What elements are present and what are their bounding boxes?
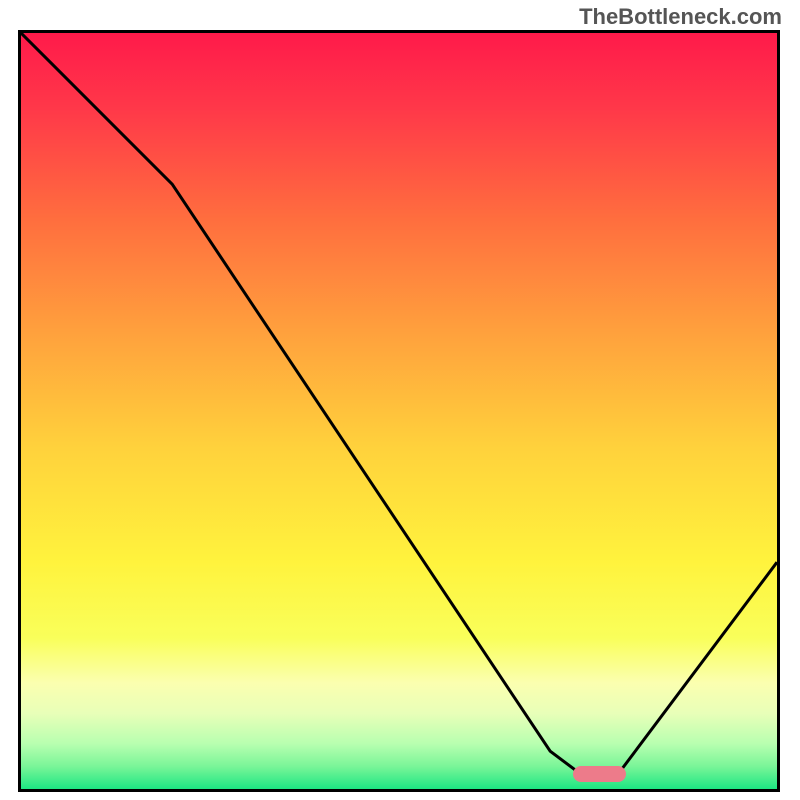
- chart-frame: [18, 30, 780, 792]
- curve-line: [21, 33, 777, 789]
- highlight-marker: [573, 766, 626, 782]
- chart-container: TheBottleneck.com: [0, 0, 800, 800]
- watermark-text: TheBottleneck.com: [579, 4, 782, 30]
